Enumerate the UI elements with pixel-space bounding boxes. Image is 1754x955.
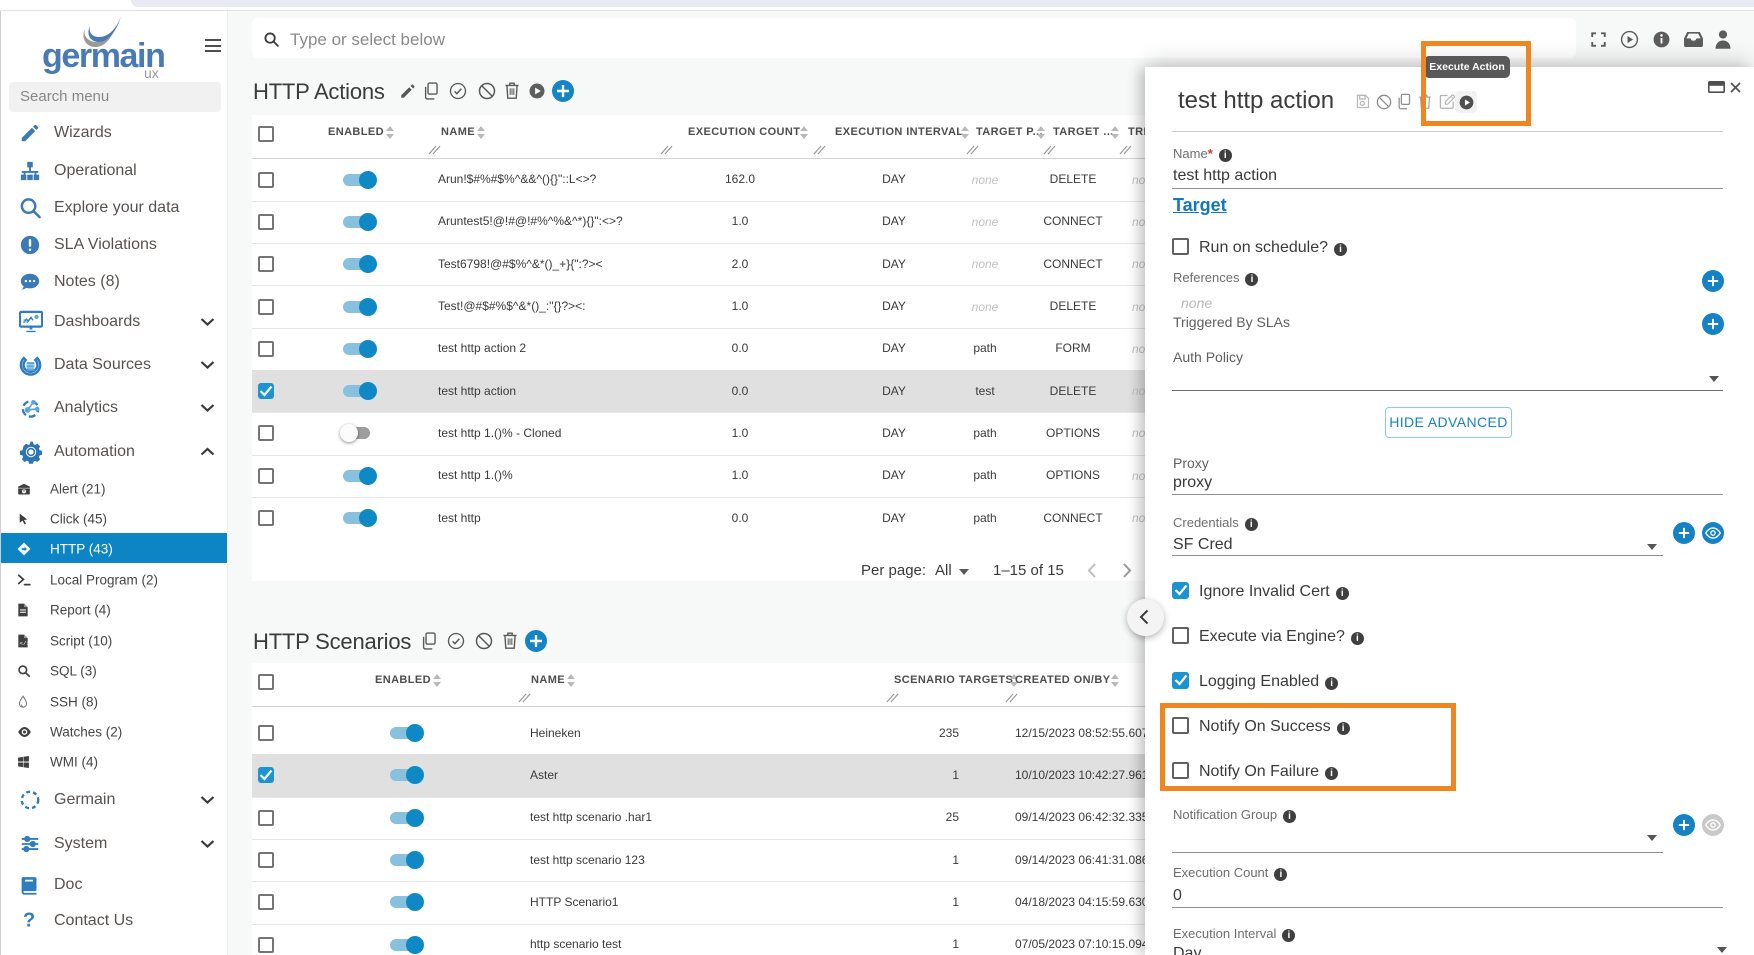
svg-text:</>: </> bbox=[20, 640, 30, 647]
